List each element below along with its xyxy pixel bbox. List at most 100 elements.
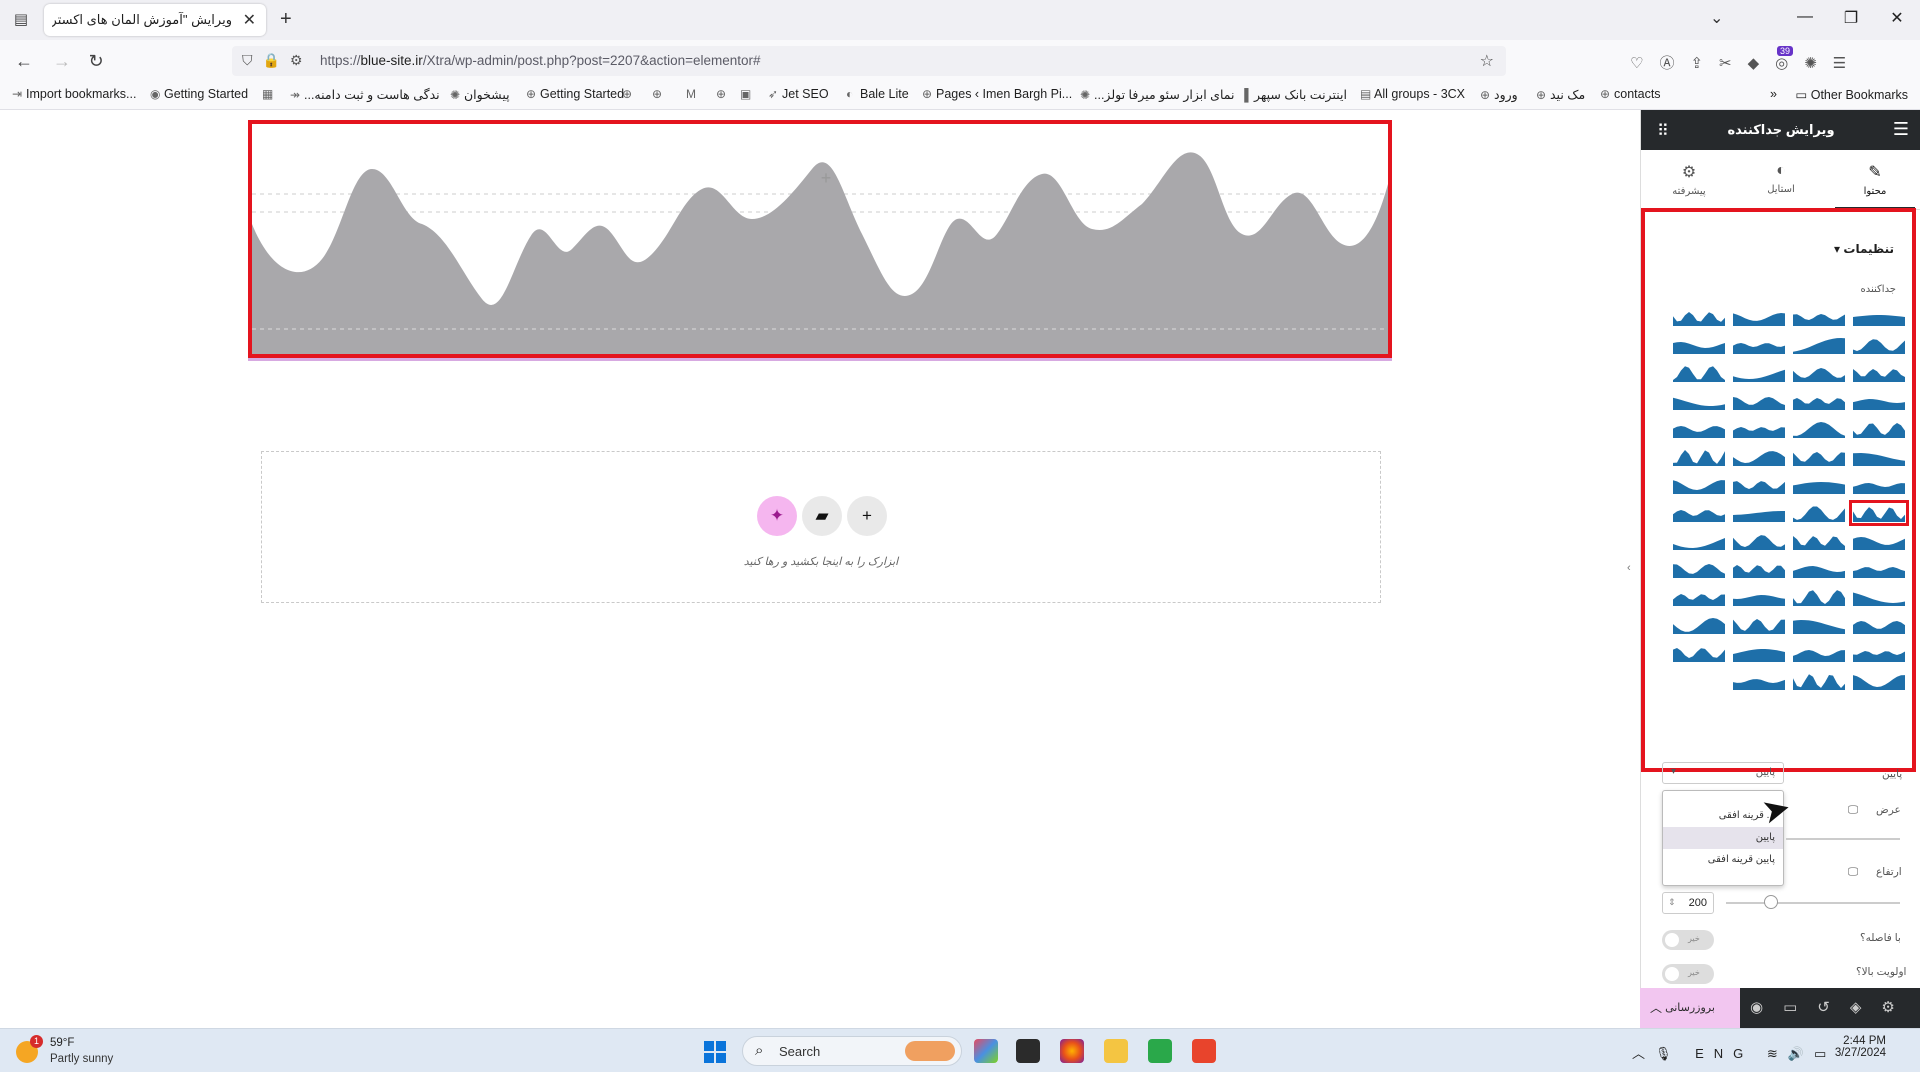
divider-shape-option[interactable]	[1673, 644, 1725, 662]
close-tab-icon[interactable]: ✕	[243, 10, 256, 30]
folder-icon[interactable]: ▰	[802, 496, 842, 536]
divider-shape-option[interactable]	[1853, 336, 1905, 354]
divider-shape-option[interactable]	[1853, 588, 1905, 606]
divider-shape-option[interactable]	[1733, 532, 1785, 550]
divider-shape-option[interactable]	[1733, 308, 1785, 326]
stepper-icon[interactable]: ⇕	[1668, 897, 1676, 908]
divider-shape-option[interactable]	[1793, 532, 1845, 550]
divider-shape-option[interactable]	[1673, 420, 1725, 438]
browser-tab[interactable]: ویرایش "آموزش المان های اکسترا - ... ✕	[44, 4, 266, 36]
divider-shape-option[interactable]	[1853, 560, 1905, 578]
divider-shape-option[interactable]	[1733, 560, 1785, 578]
firefox-icon[interactable]	[1060, 1039, 1084, 1063]
width-slider[interactable]	[1786, 838, 1900, 840]
bookmark-item[interactable]: ⊕ ورود	[1480, 87, 1518, 102]
divider-shape-option[interactable]	[1733, 336, 1785, 354]
bookmark-item[interactable]: ⇥ Import bookmarks...	[12, 87, 136, 101]
divider-shape-option[interactable]	[1793, 616, 1845, 634]
divider-shape-option[interactable]	[1733, 476, 1785, 494]
bookmark-item[interactable]: ▦	[262, 87, 276, 101]
divider-shape-option[interactable]	[1853, 616, 1905, 634]
ai-sparkle-icon[interactable]: ✦	[757, 496, 797, 536]
divider-shape-option[interactable]	[1733, 448, 1785, 466]
spacing-toggle[interactable]: خیر	[1662, 930, 1714, 950]
divider-shape-option[interactable]	[1673, 616, 1725, 634]
divider-shape-option[interactable]	[1733, 392, 1785, 410]
bookmark-item[interactable]: ◉ Getting Started	[150, 87, 248, 101]
divider-shape-option[interactable]	[1853, 672, 1905, 690]
terminal-icon[interactable]	[1016, 1039, 1040, 1063]
divider-shape-option[interactable]	[1733, 616, 1785, 634]
divider-shape-option[interactable]	[1793, 392, 1845, 410]
bookmarks-overflow-icon[interactable]: »	[1770, 87, 1777, 101]
bookmark-item[interactable]: ⊕	[652, 87, 666, 101]
divider-shape-option[interactable]	[1853, 308, 1905, 326]
bookmark-item[interactable]: ↠ ...ندگی هاست و ثبت دامنه	[290, 87, 440, 102]
divider-shape-option[interactable]	[1853, 476, 1905, 494]
bookmark-item[interactable]: ◐ Bale Lite	[846, 87, 909, 101]
divider-shape-option[interactable]	[1793, 588, 1845, 606]
system-tray[interactable]: ︿🎙 ENG ≋🔊▭	[1632, 1043, 1836, 1062]
divider-shape-option[interactable]	[1673, 504, 1725, 522]
height-slider-handle[interactable]	[1764, 895, 1778, 909]
bookmark-item[interactable]: ⊕	[622, 87, 636, 101]
bookmark-item[interactable]: ✺ ...نمای ابزار سئو میرفا تولز	[1080, 87, 1234, 102]
bookmark-item[interactable]: ⊕ Pages ‹ Imen Bargh Pi...	[922, 87, 1072, 101]
add-section-icon[interactable]: +	[847, 496, 887, 536]
bookmark-item[interactable]: ✺ پیشخوان	[450, 87, 510, 102]
divider-shape-option[interactable]	[1853, 364, 1905, 382]
divider-shape-option[interactable]	[1673, 392, 1725, 410]
divider-shape-option[interactable]	[1853, 644, 1905, 662]
taskbar-search[interactable]: ⌕ Search	[742, 1036, 962, 1066]
other-bookmarks[interactable]: ▭ Other Bookmarks	[1795, 87, 1908, 102]
bookmark-item[interactable]: ➶ Jet SEO	[768, 87, 829, 101]
divider-shape-option[interactable]	[1673, 560, 1725, 578]
bookmark-star-icon[interactable]: ☆	[1480, 51, 1494, 71]
divider-shape-option[interactable]	[1793, 448, 1845, 466]
widget-drop-zone[interactable]: ✦ ▰ + ابزارک را به اینجا بکشید و رها کنی…	[261, 451, 1381, 603]
collapse-panel-icon[interactable]: ‹	[1627, 562, 1631, 574]
shield-lock-icon[interactable]: ⛉🔒⚙	[242, 52, 312, 69]
footer-tool-icons[interactable]: ◉▭↺◈⚙	[1750, 998, 1915, 1016]
height-slider[interactable]	[1726, 902, 1900, 904]
divider-shape-option[interactable]	[1733, 504, 1785, 522]
divider-shape-option[interactable]	[1849, 500, 1909, 526]
shape-divider-preview[interactable]: +	[248, 120, 1392, 358]
divider-shape-option[interactable]	[1733, 420, 1785, 438]
dropdown-option-selected[interactable]: پایین	[1663, 827, 1783, 849]
url-bar[interactable]: ⛉🔒⚙ https://blue-site.ir/Xtra/wp-admin/p…	[232, 46, 1506, 76]
back-icon[interactable]: ←	[12, 49, 36, 73]
height-input[interactable]: ⇕ 200	[1662, 892, 1714, 914]
divider-shape-option[interactable]	[1793, 364, 1845, 382]
divider-shape-option[interactable]	[1733, 644, 1785, 662]
divider-shape-option[interactable]	[1673, 336, 1725, 354]
url-text[interactable]: https://blue-site.ir/Xtra/wp-admin/post.…	[320, 53, 761, 68]
divider-shape-option[interactable]	[1733, 364, 1785, 382]
section-title[interactable]: تنظیمات ▾	[1834, 242, 1894, 256]
tab-style[interactable]: ◐ استایل	[1741, 162, 1821, 195]
hamburger-icon[interactable]: ☰	[1893, 119, 1909, 140]
priority-toggle[interactable]: خیر	[1662, 964, 1714, 984]
divider-shape-option[interactable]	[1733, 672, 1785, 690]
grid-icon[interactable]: ⠿	[1657, 121, 1669, 141]
bookmark-item[interactable]: ▐ اینترنت بانک سپهر	[1240, 87, 1347, 102]
close-window-icon[interactable]: ✕	[1882, 8, 1912, 28]
bookmark-item[interactable]: ▤ All groups - 3CX	[1360, 87, 1465, 101]
file-explorer-icon[interactable]	[1104, 1039, 1128, 1063]
divider-shape-option[interactable]	[1793, 560, 1845, 578]
new-tab-button[interactable]: +	[280, 8, 292, 31]
divider-shape-option[interactable]	[1793, 504, 1845, 522]
forward-icon[interactable]: →	[50, 49, 74, 73]
dropdown-option[interactable]: پایین قرینه افقی	[1663, 849, 1783, 871]
divider-shape-option[interactable]	[1673, 532, 1725, 550]
divider-shape-option[interactable]	[1673, 588, 1725, 606]
divider-shape-option[interactable]	[1853, 532, 1905, 550]
divider-shape-option[interactable]	[1673, 308, 1725, 326]
divider-shape-option[interactable]	[1853, 420, 1905, 438]
divider-shape-option[interactable]	[1673, 364, 1725, 382]
divider-shape-option[interactable]	[1853, 392, 1905, 410]
tab-content[interactable]: ✎ محتوا	[1835, 162, 1915, 210]
restore-icon[interactable]: ❐	[1836, 8, 1866, 28]
chevron-down-icon[interactable]: ⌄	[1710, 8, 1723, 28]
bookmark-item[interactable]: ▣	[740, 87, 754, 101]
